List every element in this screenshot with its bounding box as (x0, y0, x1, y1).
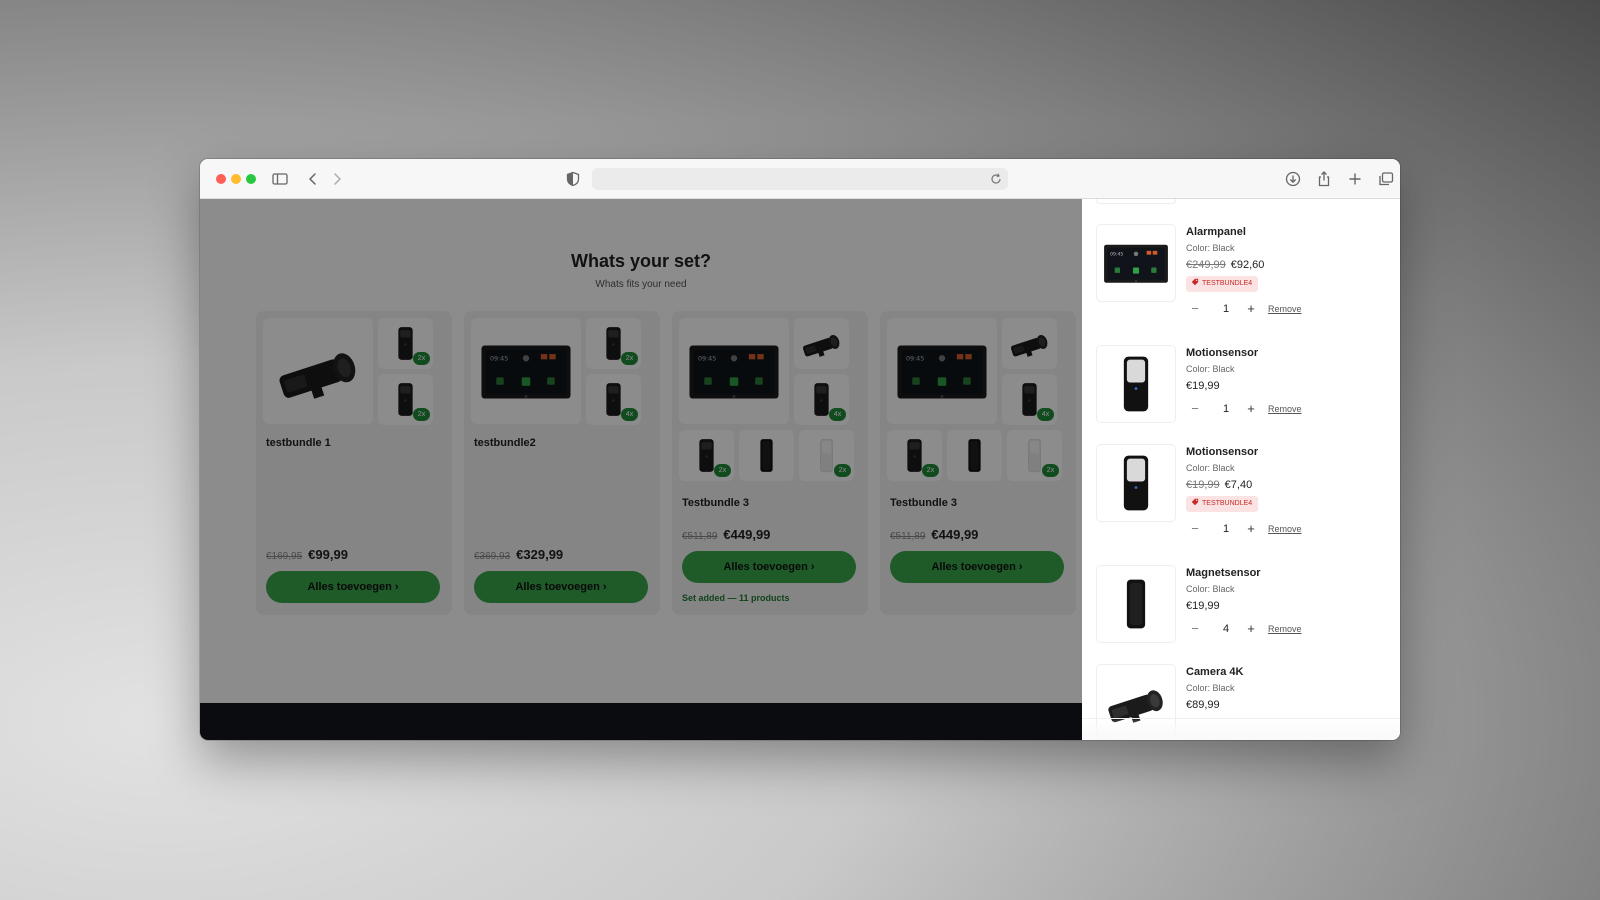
zoom-window-button[interactable] (246, 174, 256, 184)
svg-text:09:45: 09:45 (1110, 251, 1123, 257)
shield-icon[interactable] (563, 169, 583, 189)
cart-item-name[interactable]: Camera 4K (1186, 666, 1243, 678)
tag-icon (1191, 498, 1199, 506)
alarmpanel-image: 09:45 (1104, 244, 1168, 283)
plus-icon[interactable] (1345, 169, 1365, 189)
chevron-left-icon[interactable] (303, 169, 323, 189)
discount-badge: TESTBUNDLE4 (1186, 496, 1259, 512)
quantity-input[interactable]: 1 (1216, 400, 1236, 418)
price-current: €92,60 (1230, 259, 1265, 271)
close-window-button[interactable] (216, 174, 226, 184)
decrease-quantity-button[interactable]: − (1188, 520, 1202, 538)
tabs-overview-icon[interactable] (1376, 169, 1396, 189)
magnet-image (1126, 579, 1146, 629)
remove-item-link[interactable]: Remove (1268, 524, 1302, 534)
cart-item-variant: Color: Black (1186, 463, 1235, 473)
price-current: €7,40 (1224, 479, 1253, 491)
cart-item-variant: Color: Black (1186, 364, 1235, 374)
cart-item-price: €89,99 (1186, 699, 1220, 711)
cart-footer (1082, 718, 1400, 740)
cart-item-variant: Color: Black (1186, 243, 1235, 253)
discount-code: TESTBUNDLE4 (1202, 500, 1253, 507)
address-bar[interactable] (592, 168, 1008, 190)
decrease-quantity-button[interactable]: − (1188, 620, 1202, 638)
cart-item-name[interactable]: Motionsensor (1186, 347, 1258, 359)
price-old: €19,99 (1186, 479, 1220, 491)
cart-item-price: €19,99 (1186, 600, 1220, 612)
cart-item-name[interactable]: Magnetsensor (1186, 567, 1261, 579)
reload-icon[interactable] (988, 171, 1004, 187)
discount-code: TESTBUNDLE4 (1202, 280, 1253, 287)
increase-quantity-button[interactable]: + (1244, 400, 1258, 418)
page-footer (200, 703, 1082, 740)
cart-drawer: 09:45 Alarmpanel Color: Black €249,99 €92,60… (1082, 199, 1400, 740)
cart-item-price: €249,99 €92,60 (1186, 259, 1264, 271)
remove-item-link[interactable]: Remove (1268, 624, 1302, 634)
cart-item-variant: Color: Black (1186, 683, 1235, 693)
discount-badge: TESTBUNDLE4 (1186, 276, 1259, 292)
remove-item-link[interactable]: Remove (1268, 304, 1302, 314)
cart-item-variant: Color: Black (1186, 584, 1235, 594)
increase-quantity-button[interactable]: + (1244, 520, 1258, 538)
cart-item-price: €19,99 (1186, 380, 1220, 392)
bundle-page: Whats your set? Whats fits your need 2x 2… (200, 199, 1082, 740)
motion-image (1123, 455, 1149, 511)
share-icon[interactable] (1314, 169, 1334, 189)
price-current: €89,99 (1186, 699, 1220, 711)
download-icon[interactable] (1283, 169, 1303, 189)
browser-window: Whats your set? Whats fits your need 2x 2… (200, 159, 1400, 740)
cart-item-thumbnail[interactable] (1096, 444, 1176, 522)
sidebar-icon[interactable] (270, 169, 290, 189)
decrease-quantity-button[interactable]: − (1188, 400, 1202, 418)
increase-quantity-button[interactable]: + (1244, 620, 1258, 638)
quantity-input[interactable]: 1 (1216, 300, 1236, 318)
cart-item-name[interactable]: Motionsensor (1186, 446, 1258, 458)
tag-icon (1191, 278, 1199, 286)
cart-item-thumbnail[interactable] (1096, 345, 1176, 423)
cart-item-price: €19,99 €7,40 (1186, 479, 1252, 491)
cart-item-thumbnail[interactable] (1096, 565, 1176, 643)
increase-quantity-button[interactable]: + (1244, 300, 1258, 318)
price-current: €19,99 (1186, 380, 1220, 392)
motion-image (1123, 356, 1149, 412)
minimize-window-button[interactable] (231, 174, 241, 184)
overlay-backdrop[interactable] (200, 199, 1082, 740)
cart-item-name[interactable]: Alarmpanel (1186, 226, 1246, 238)
price-current: €19,99 (1186, 600, 1220, 612)
decrease-quantity-button[interactable]: − (1188, 300, 1202, 318)
chevron-right-icon[interactable] (327, 169, 347, 189)
browser-toolbar (200, 159, 1400, 199)
remove-item-link[interactable]: Remove (1268, 404, 1302, 414)
quantity-input[interactable]: 4 (1216, 620, 1236, 638)
quantity-input[interactable]: 1 (1216, 520, 1236, 538)
cart-item-thumbnail-partial (1096, 199, 1176, 204)
cart-item-thumbnail[interactable]: 09:45 (1096, 224, 1176, 302)
price-old: €249,99 (1186, 259, 1226, 271)
